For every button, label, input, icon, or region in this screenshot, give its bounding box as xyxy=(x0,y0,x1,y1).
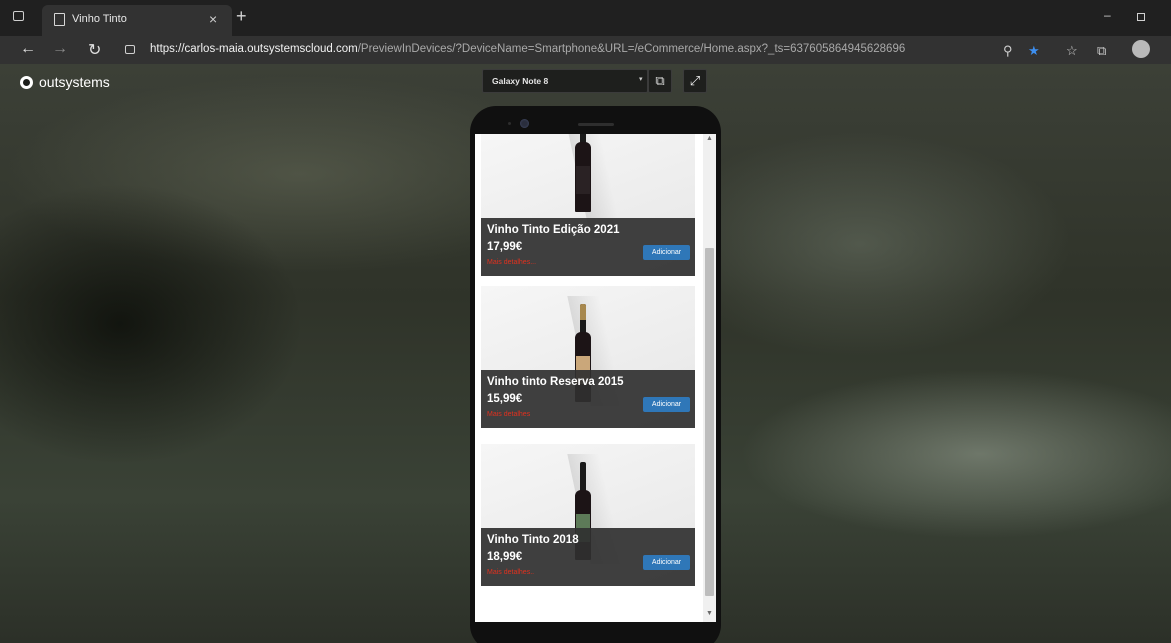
product-card: Vinho Tinto 2018 18,99€ Mais detalhes.. … xyxy=(481,444,695,586)
phone-speaker xyxy=(578,123,614,126)
reload-icon[interactable]: ↻ xyxy=(88,40,101,60)
device-select-value: Galaxy Note 8 xyxy=(492,76,549,86)
window-restore-button[interactable] xyxy=(1137,13,1145,21)
browser-titlebar: Vinho Tinto × + – xyxy=(0,0,1171,36)
url-text[interactable]: https://carlos-maia.outsystemscloud.com/… xyxy=(150,43,905,55)
favorite-star-icon[interactable]: ★ xyxy=(1028,43,1040,59)
outsystems-logo: outsystems xyxy=(20,74,110,90)
product-info: Vinho tinto Reserva 2015 15,99€ Mais det… xyxy=(481,370,695,428)
new-tab-button[interactable]: + xyxy=(236,7,247,25)
chevron-down-icon: ▾ xyxy=(639,76,643,83)
tab-close-button[interactable]: × xyxy=(209,11,217,27)
scroll-thumb[interactable] xyxy=(705,248,714,596)
zoom-icon[interactable]: ⚲ xyxy=(1003,43,1013,59)
details-link[interactable]: Mais detalhes.. xyxy=(487,569,534,576)
details-link[interactable]: Mais detalhes xyxy=(487,411,530,418)
product-name: Vinho Tinto Edição 2021 xyxy=(487,224,620,236)
scrollbar[interactable]: ▲ ▼ xyxy=(703,134,716,622)
profile-icon[interactable] xyxy=(1132,40,1150,58)
product-name: Vinho tinto Reserva 2015 xyxy=(487,376,624,388)
camera-icon xyxy=(520,119,529,128)
wine-bottle-image xyxy=(575,134,591,212)
page-icon xyxy=(54,13,65,26)
address-bar[interactable]: https://carlos-maia.outsystemscloud.com/… xyxy=(112,39,1004,61)
browser-tab[interactable]: Vinho Tinto × xyxy=(42,5,232,36)
window-minimize-button[interactable]: – xyxy=(1104,8,1111,22)
product-name: Vinho Tinto 2018 xyxy=(487,534,579,546)
scroll-up-icon[interactable]: ▲ xyxy=(706,135,713,142)
tab-title: Vinho Tinto xyxy=(72,13,127,25)
fullscreen-button[interactable]: ⤢ xyxy=(683,69,707,93)
phone-screen[interactable]: Vinho Tinto Edição 2021 17,99€ Mais deta… xyxy=(475,134,716,622)
product-price: 17,99€ xyxy=(487,241,523,253)
device-select[interactable]: Galaxy Note 8 ▾ xyxy=(482,69,648,93)
url-host: https://carlos-maia.outsystemscloud.com xyxy=(150,43,358,55)
product-card: Vinho tinto Reserva 2015 15,99€ Mais det… xyxy=(481,286,695,428)
forward-icon[interactable]: → xyxy=(52,40,68,58)
product-info: Vinho Tinto Edição 2021 17,99€ Mais deta… xyxy=(481,218,695,276)
add-to-cart-button[interactable]: Adicionar xyxy=(643,397,690,412)
outsystems-logo-icon xyxy=(20,75,33,89)
lock-icon[interactable] xyxy=(125,45,135,54)
bottle-capsule xyxy=(580,304,586,320)
phone-sensor xyxy=(508,122,511,125)
product-card: Vinho Tinto Edição 2021 17,99€ Mais deta… xyxy=(481,134,695,276)
details-link[interactable]: Mais detalhes... xyxy=(487,259,536,266)
phone-frame: Vinho Tinto Edição 2021 17,99€ Mais deta… xyxy=(470,106,721,643)
back-icon[interactable]: ← xyxy=(20,40,36,58)
browser-toolbar: ← → ↻ https://carlos-maia.outsystemsclou… xyxy=(0,36,1171,64)
collections-icon[interactable]: ⧉ xyxy=(1097,43,1106,59)
add-to-cart-button[interactable]: Adicionar xyxy=(643,555,690,570)
preview-page: outsystems Galaxy Note 8 ▾ ⧉ ⤢ Vinho Tin… xyxy=(0,64,1171,643)
scroll-down-icon[interactable]: ▼ xyxy=(706,610,713,617)
product-info: Vinho Tinto 2018 18,99€ Mais detalhes.. … xyxy=(481,528,695,586)
add-to-cart-button[interactable]: Adicionar xyxy=(643,245,690,260)
product-price: 18,99€ xyxy=(487,551,523,563)
favorites-icon[interactable]: ☆ xyxy=(1066,43,1078,59)
bottle-label xyxy=(576,166,590,194)
rotate-device-button[interactable]: ⧉ xyxy=(648,69,672,93)
url-path: /PreviewInDevices/?DeviceName=Smartphone… xyxy=(357,43,906,55)
sidebar-icon[interactable] xyxy=(13,11,24,21)
brand-name: outsystems xyxy=(39,74,110,90)
bottle-neck xyxy=(580,462,586,492)
product-price: 15,99€ xyxy=(487,393,523,405)
